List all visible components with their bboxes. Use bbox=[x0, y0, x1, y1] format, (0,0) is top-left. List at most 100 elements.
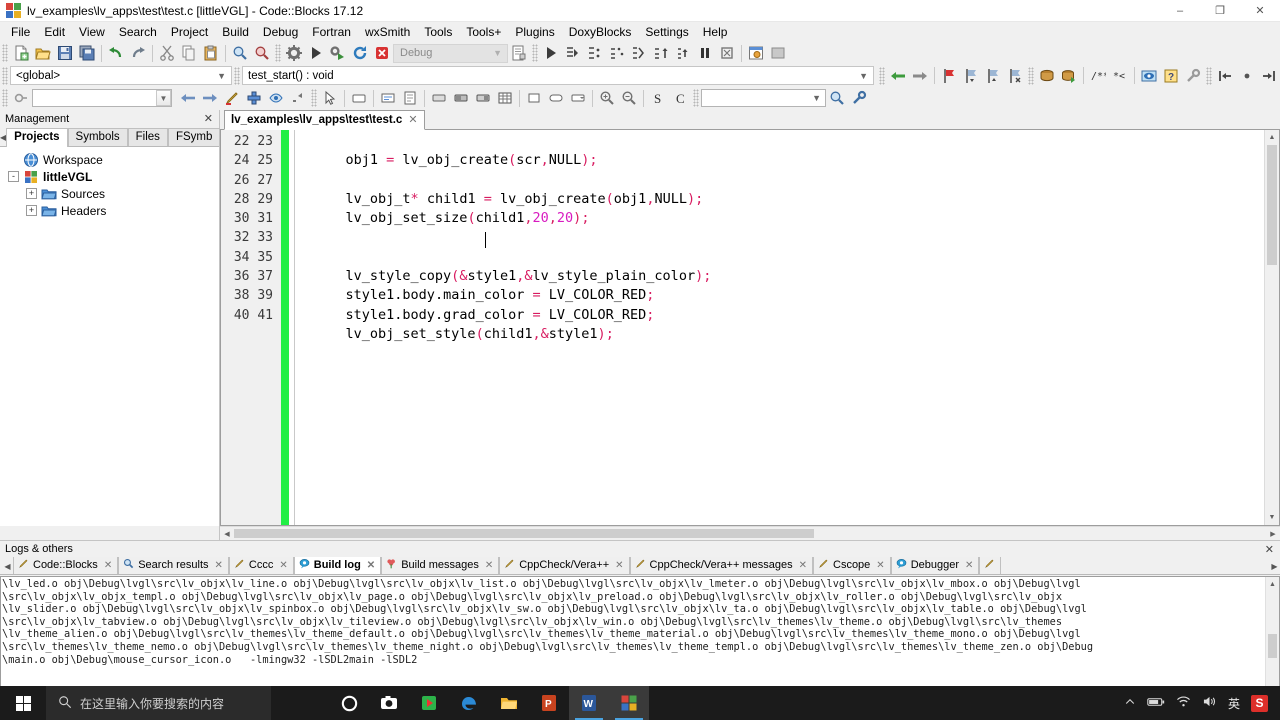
media-icon[interactable] bbox=[409, 686, 449, 720]
edge-icon[interactable] bbox=[449, 686, 489, 720]
tree-node-sources[interactable]: + Sources bbox=[4, 185, 218, 202]
wx-grid-icon[interactable] bbox=[494, 88, 516, 109]
close-icon[interactable]: ✕ bbox=[965, 560, 973, 571]
doxy-toolbar-grip[interactable] bbox=[1028, 66, 1034, 85]
menu-doxyblocks[interactable]: DoxyBlocks bbox=[562, 23, 639, 41]
menu-build[interactable]: Build bbox=[215, 23, 256, 41]
close-icon[interactable]: ✕ bbox=[279, 560, 287, 571]
editor-horizontal-scrollbar[interactable]: ◀ ▶ bbox=[220, 526, 1280, 540]
menu-view[interactable]: View bbox=[72, 23, 112, 41]
cscope-grip[interactable] bbox=[693, 89, 699, 107]
log-tab-build-log[interactable]: Build log ✕ bbox=[293, 557, 382, 574]
doxy-comment-block-icon[interactable]: /** bbox=[1087, 65, 1109, 86]
doxyblocks-run-icon[interactable] bbox=[1036, 65, 1058, 86]
tab-files[interactable]: Files bbox=[127, 128, 168, 146]
scope-toolbar-grip[interactable] bbox=[2, 66, 8, 85]
find-input[interactable]: ▼ bbox=[32, 89, 172, 107]
nav-toolbar-grip[interactable] bbox=[879, 66, 885, 85]
build-target-combo[interactable]: Debug ▼ bbox=[393, 43, 508, 63]
cscope-settings-icon[interactable] bbox=[848, 88, 870, 109]
find-icon[interactable] bbox=[229, 43, 251, 64]
editor-vertical-scrollbar[interactable]: ▲ ▼ bbox=[1264, 130, 1279, 525]
tab-fsymb[interactable]: FSymb bbox=[167, 128, 221, 146]
powerpoint-icon[interactable]: P bbox=[529, 686, 569, 720]
redo-icon[interactable] bbox=[127, 43, 149, 64]
battery-icon[interactable] bbox=[1147, 696, 1165, 711]
doxyblocks-extract-icon[interactable] bbox=[1058, 65, 1080, 86]
fortran-jump-fwd-icon[interactable] bbox=[1258, 65, 1280, 86]
ime-language-indicator[interactable]: 英 bbox=[1228, 695, 1240, 712]
debug-toolbar-grip[interactable] bbox=[532, 44, 538, 62]
wifi-icon[interactable] bbox=[1176, 695, 1191, 711]
doxy-view-html-icon[interactable] bbox=[1138, 65, 1160, 86]
build-log-body[interactable]: \lv_led.o obj\Debug\lvgl\src\lv_objx\lv_… bbox=[0, 576, 1280, 701]
wxsmith-preview-icon[interactable] bbox=[265, 88, 287, 109]
log-tab-codeblocks[interactable]: Code::Blocks ✕ bbox=[13, 557, 119, 574]
code-text[interactable]: obj1 = lv_obj_create(scr,NULL); lv_obj_t… bbox=[295, 130, 1264, 525]
open-file-icon[interactable] bbox=[32, 43, 54, 64]
scroll-right-icon[interactable]: ▶ bbox=[1266, 530, 1280, 538]
maximize-button[interactable]: ❐ bbox=[1200, 0, 1240, 22]
volume-icon[interactable] bbox=[1202, 695, 1217, 711]
scroll-left-icon[interactable]: ◀ bbox=[220, 530, 234, 538]
doxy-config-icon[interactable] bbox=[1182, 65, 1204, 86]
log-tab-search-results[interactable]: Search results ✕ bbox=[118, 557, 229, 574]
minimize-button[interactable]: – bbox=[1160, 0, 1200, 22]
scroll-down-icon[interactable]: ▼ bbox=[1265, 510, 1279, 525]
next-bookmark-icon[interactable] bbox=[982, 65, 1004, 86]
sogou-ime-icon[interactable]: S bbox=[1251, 694, 1268, 712]
close-button[interactable]: ✕ bbox=[1240, 0, 1280, 22]
logs-scroll-left-icon[interactable]: ◀ bbox=[2, 562, 13, 574]
menu-settings[interactable]: Settings bbox=[638, 23, 695, 41]
log-tab-cscope[interactable]: Cscope ✕ bbox=[813, 557, 891, 574]
debug-run-to-cursor-icon[interactable] bbox=[562, 43, 584, 64]
build-icon[interactable] bbox=[283, 43, 305, 64]
menu-help[interactable]: Help bbox=[696, 23, 735, 41]
menu-tools-plus[interactable]: Tools+ bbox=[459, 23, 508, 41]
prev-bookmark-icon[interactable] bbox=[960, 65, 982, 86]
pointer-icon[interactable] bbox=[319, 88, 341, 109]
menu-plugins[interactable]: Plugins bbox=[508, 23, 561, 41]
cortana-icon[interactable] bbox=[329, 686, 369, 720]
scroll-track[interactable] bbox=[1265, 145, 1279, 510]
cut-icon[interactable] bbox=[156, 43, 178, 64]
wx-choice-icon[interactable] bbox=[567, 88, 589, 109]
logs-scroll-right-icon[interactable]: ▶ bbox=[1269, 562, 1280, 574]
search-dropdown-icon[interactable] bbox=[10, 88, 32, 109]
log-tab-build-messages[interactable]: Build messages ✕ bbox=[381, 557, 500, 574]
wxsmith-prev-icon[interactable] bbox=[177, 88, 199, 109]
scroll-up-icon[interactable]: ▲ bbox=[1266, 577, 1279, 592]
tree-node-littlevgl[interactable]: - littleVGL bbox=[4, 168, 218, 185]
wx-widgets-grip[interactable] bbox=[311, 89, 317, 107]
word-icon[interactable]: W bbox=[569, 686, 609, 720]
debug-pause-icon[interactable] bbox=[694, 43, 716, 64]
debug-step-into-icon[interactable] bbox=[628, 43, 650, 64]
wxsmith-edit-icon[interactable] bbox=[221, 88, 243, 109]
project-tree[interactable]: Workspace - littleVGL + Sources + Header… bbox=[0, 147, 219, 526]
new-file-icon[interactable] bbox=[10, 43, 32, 64]
wx-togglebtn-icon[interactable] bbox=[450, 88, 472, 109]
close-icon[interactable]: ✕ bbox=[615, 560, 623, 571]
debug-stop-icon[interactable] bbox=[716, 43, 738, 64]
log-tab-overflow[interactable] bbox=[979, 557, 1002, 574]
log-tab-cccc[interactable]: Cccc ✕ bbox=[228, 557, 294, 574]
zoom-in-icon[interactable] bbox=[596, 88, 618, 109]
menu-search[interactable]: Search bbox=[112, 23, 164, 41]
function-toolbar-grip[interactable] bbox=[234, 66, 240, 85]
start-button[interactable] bbox=[0, 686, 46, 720]
wx-textctrl-icon[interactable] bbox=[399, 88, 421, 109]
scroll-thumb[interactable] bbox=[1268, 634, 1277, 658]
scope-selector[interactable]: <global> ▼ bbox=[10, 66, 232, 85]
chevron-up-icon[interactable] bbox=[1124, 696, 1136, 711]
build-toolbar-grip[interactable] bbox=[275, 44, 281, 62]
hscroll-thumb[interactable] bbox=[234, 529, 814, 538]
run-icon[interactable] bbox=[305, 43, 327, 64]
debug-step-out-icon[interactable] bbox=[650, 43, 672, 64]
menu-edit[interactable]: Edit bbox=[37, 23, 72, 41]
wx-radio-icon[interactable] bbox=[545, 88, 567, 109]
codeblocks-icon[interactable] bbox=[609, 686, 649, 720]
tree-node-workspace[interactable]: Workspace bbox=[4, 151, 218, 168]
cscope-search-input[interactable]: ▼ bbox=[701, 89, 826, 107]
taskbar-search-box[interactable]: 在这里输入你要搜索的内容 bbox=[46, 686, 271, 720]
save-icon[interactable] bbox=[54, 43, 76, 64]
